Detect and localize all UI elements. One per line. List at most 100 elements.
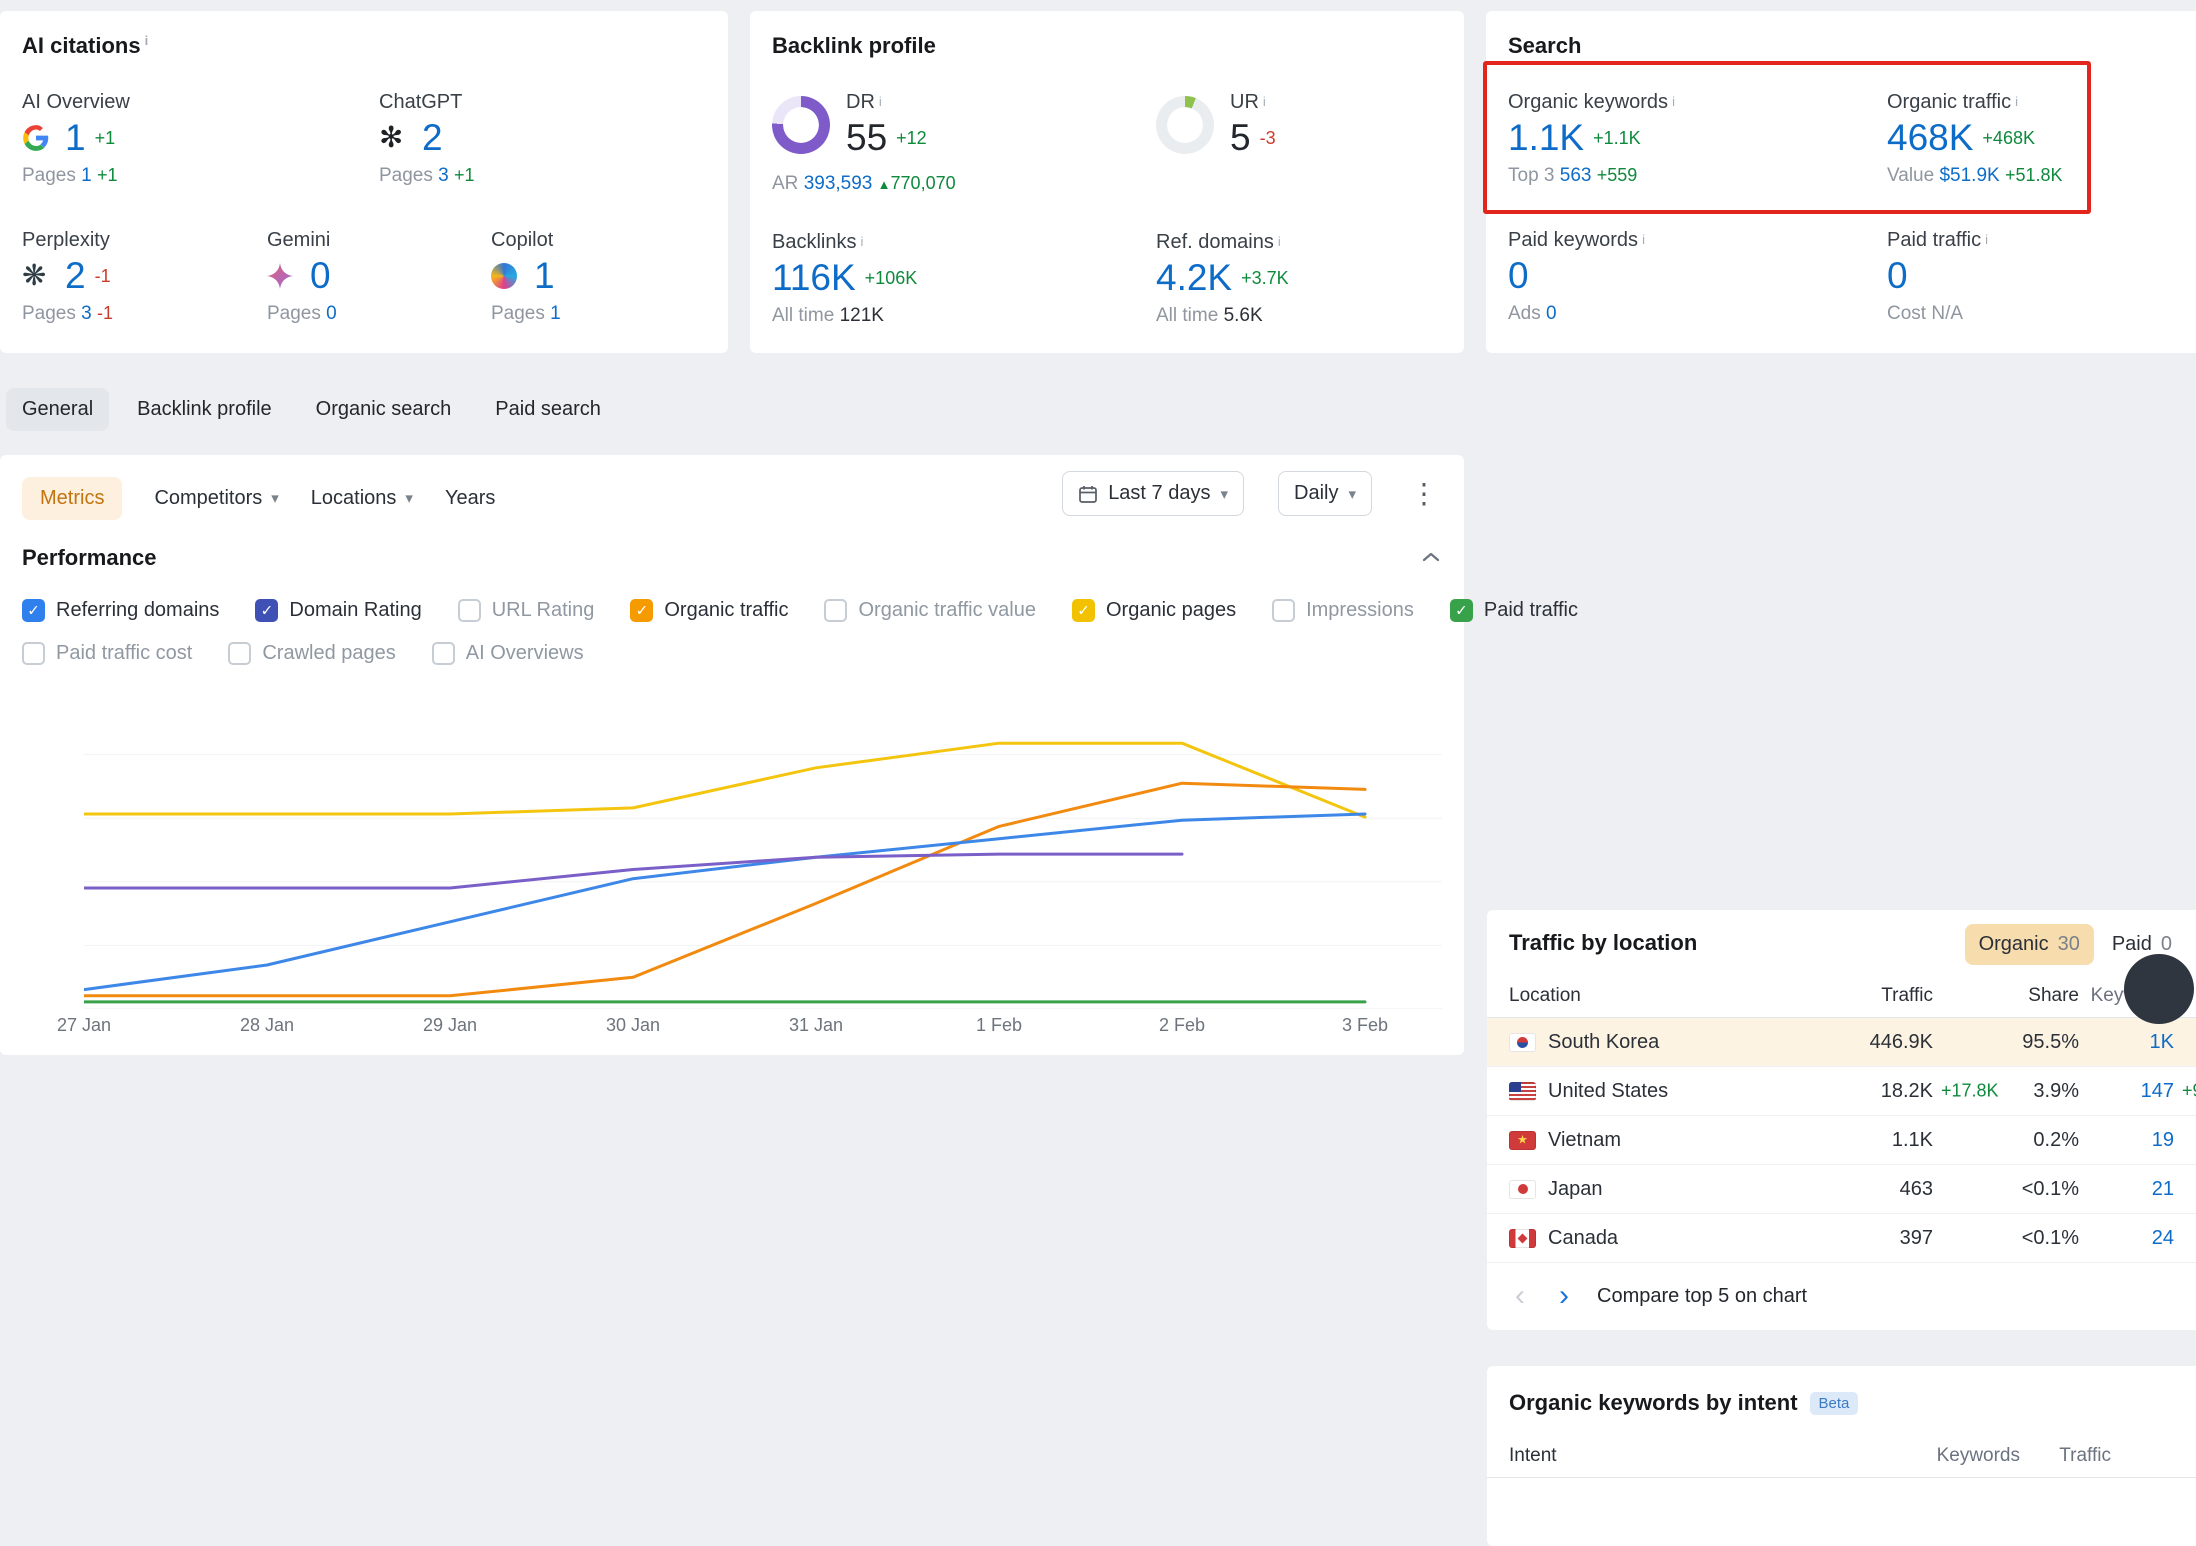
granularity-button[interactable]: Daily▾	[1278, 471, 1372, 516]
collapse-chevron-icon[interactable]	[1420, 549, 1442, 568]
metric-organic-traffic-value[interactable]: Organic traffic value	[824, 599, 1036, 622]
perplexity-change: -1	[95, 266, 111, 287]
chatgpt-label: ChatGPT	[379, 89, 475, 115]
united-states-flag-icon	[1509, 1082, 1536, 1101]
metric-paid-traffic[interactable]: Paid traffic	[1450, 599, 1578, 622]
chart-x-label: 30 Jan	[593, 1015, 673, 1036]
competitors-filter-button[interactable]: Competitors▾	[154, 487, 278, 510]
tab-paid-search[interactable]: Paid search	[479, 388, 617, 431]
ai-overview-label: AI Overview	[22, 89, 379, 115]
metric-organic-pages[interactable]: Organic pages	[1072, 599, 1236, 622]
gemini-count[interactable]: 0	[310, 253, 331, 299]
copilot-count[interactable]: 1	[534, 253, 555, 299]
info-icon[interactable]: i	[860, 234, 863, 249]
tab-backlink-profile[interactable]: Backlink profile	[121, 388, 288, 431]
info-icon[interactable]: i	[1642, 232, 1645, 247]
gemini-icon	[267, 263, 301, 289]
metric-domain-rating[interactable]: Domain Rating	[255, 599, 421, 622]
metric-impressions[interactable]: Impressions	[1272, 599, 1414, 622]
organic-traffic-change: +468K	[1982, 128, 2035, 149]
location-row-vietnam[interactable]: Vietnam 1.1K 0.2% 19	[1487, 1116, 2196, 1165]
performance-card: Metrics Competitors▾ Locations▾ Years La…	[0, 455, 1464, 1055]
search-card: Search Organic keywordsi 1.1K +1.1K Top …	[1486, 11, 2196, 353]
prev-page-chevron-icon[interactable]: ‹	[1509, 1281, 1531, 1311]
tab-general[interactable]: General	[6, 388, 109, 431]
intent-table-header: Intent Keywords Traffic	[1487, 1434, 2196, 1478]
ref-domains-alltime: All time 5.6K	[1156, 305, 1442, 327]
metric-referring-domains[interactable]: Referring domains	[22, 599, 219, 622]
info-icon[interactable]: i	[1278, 234, 1281, 249]
metric-paid-traffic-cost[interactable]: Paid traffic cost	[22, 642, 192, 665]
info-icon[interactable]: i	[1263, 94, 1266, 109]
chart-x-label: 28 Jan	[227, 1015, 307, 1036]
checkbox-icon	[228, 642, 251, 665]
chart-x-label: 1 Feb	[959, 1015, 1039, 1036]
info-icon[interactable]: i	[2015, 94, 2018, 109]
organic-traffic-label: Organic traffici	[1887, 89, 2063, 115]
paid-keywords-value[interactable]: 0	[1508, 253, 1529, 299]
calendar-icon	[1078, 484, 1098, 504]
chatgpt-pages: Pages 3 +1	[379, 165, 475, 187]
performance-chart[interactable]	[84, 691, 1442, 1009]
paid-traffic-value[interactable]: 0	[1887, 253, 1908, 299]
info-icon[interactable]: i	[145, 33, 149, 48]
chevron-down-icon: ▾	[1220, 485, 1228, 503]
info-icon[interactable]: i	[1672, 94, 1675, 109]
backlinks-row: Backlinksi 116K +106K All time 121K Ref.…	[772, 229, 1442, 327]
chatgpt-stat: ChatGPT ✻ 2 Pages 3 +1	[379, 89, 475, 187]
gemini-stat: Gemini 0 Pages 0	[267, 227, 491, 325]
location-row-south-korea[interactable]: South Korea 446.9K 95.5% 1K	[1487, 1018, 2196, 1067]
copilot-pages: Pages 1	[491, 303, 561, 325]
traffic-by-location-card: Traffic by location Organic 30 Paid 0 Lo…	[1487, 910, 2196, 1330]
years-filter-button[interactable]: Years	[445, 487, 495, 510]
metric-checkbox-row-2: Paid traffic cost Crawled pages AI Overv…	[0, 642, 1464, 665]
metric-crawled-pages[interactable]: Crawled pages	[228, 642, 395, 665]
perplexity-count[interactable]: 2	[65, 253, 86, 299]
performance-title: Performance	[22, 545, 157, 571]
metric-ai-overviews[interactable]: AI Overviews	[432, 642, 584, 665]
ref-domains-value[interactable]: 4.2K	[1156, 255, 1232, 301]
locations-filter-button[interactable]: Locations▾	[311, 487, 413, 510]
backlink-profile-card: Backlink profile DRi 55 +12 AR 393,593	[750, 11, 1464, 353]
perplexity-pages: Pages 3 -1	[22, 303, 267, 325]
checkbox-icon	[22, 642, 45, 665]
chart-x-label: 27 Jan	[44, 1015, 124, 1036]
date-range-button[interactable]: Last 7 days▾	[1062, 471, 1244, 516]
copilot-stat: Copilot 1 Pages 1	[491, 227, 561, 325]
location-row-united-states[interactable]: United States 18.2K+17.8K 3.9% 147+92	[1487, 1067, 2196, 1116]
gemini-pages: Pages 0	[267, 303, 491, 325]
backlinks-value[interactable]: 116K	[772, 255, 856, 301]
paid-keywords-stat: Paid keywordsi 0 Ads 0	[1508, 227, 1887, 325]
organic-traffic-value[interactable]: 468K	[1887, 115, 1973, 161]
ai-overview-count[interactable]: 1	[65, 115, 86, 161]
paid-keywords-label: Paid keywordsi	[1508, 227, 1887, 253]
metric-url-rating[interactable]: URL Rating	[458, 599, 595, 622]
info-icon[interactable]: i	[1985, 232, 1988, 247]
compare-top5-label[interactable]: Compare top 5 on chart	[1597, 1285, 1807, 1308]
location-row-canada[interactable]: Canada 397 <0.1% 24	[1487, 1214, 2196, 1263]
search-title: Search	[1508, 33, 2174, 59]
checkbox-icon	[22, 599, 45, 622]
info-icon[interactable]: i	[879, 94, 882, 109]
ref-domains-change: +3.7K	[1241, 268, 1289, 289]
ai-overview-change: +1	[95, 128, 116, 149]
organic-keywords-value[interactable]: 1.1K	[1508, 115, 1584, 161]
up-triangle-icon: ▲	[878, 177, 891, 192]
chat-widget-button[interactable]	[2124, 954, 2194, 1024]
south-korea-flag-icon	[1509, 1033, 1536, 1052]
ur-value: 5	[1230, 115, 1251, 161]
location-row-japan[interactable]: Japan 463 <0.1% 21	[1487, 1165, 2196, 1214]
checkbox-icon	[1072, 599, 1095, 622]
perplexity-stat: Perplexity ❋ 2 -1 Pages 3 -1	[22, 227, 267, 325]
metric-organic-traffic[interactable]: Organic traffic	[630, 599, 788, 622]
more-options-button[interactable]: ⋮	[1406, 484, 1442, 504]
tab-organic-search[interactable]: Organic search	[300, 388, 468, 431]
ai-citations-row-1: AI Overview 1 +1 Pages 1	[22, 89, 706, 187]
organic-toggle-button[interactable]: Organic 30	[1965, 924, 2094, 965]
backlinks-stat: Backlinksi 116K +106K All time 121K	[772, 229, 1156, 327]
paid-traffic-label: Paid traffici	[1887, 227, 1988, 253]
right-column: Traffic by location Organic 30 Paid 0 Lo…	[1487, 910, 2196, 1546]
metrics-filter-button[interactable]: Metrics	[22, 477, 122, 520]
chatgpt-count[interactable]: 2	[422, 115, 443, 161]
next-page-chevron-icon[interactable]: ›	[1553, 1281, 1575, 1311]
